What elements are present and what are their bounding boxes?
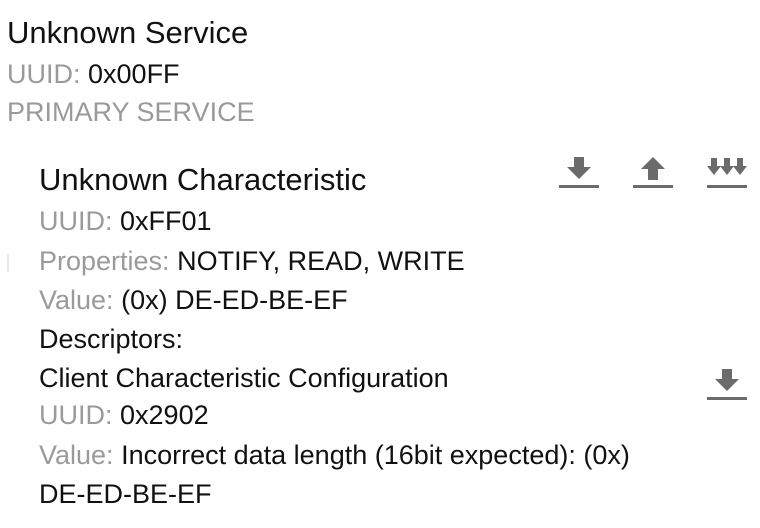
characteristic-properties-value: NOTIFY, READ, WRITE bbox=[177, 246, 465, 276]
descriptor-uuid-value: 0x2902 bbox=[120, 400, 209, 430]
service-uuid-label: UUID: bbox=[7, 59, 81, 89]
service-type: PRIMARY SERVICE bbox=[7, 97, 255, 127]
descriptor-value-line1: Incorrect data length (16bit expected): … bbox=[121, 440, 630, 470]
descriptor-name: Client Characteristic Configuration bbox=[39, 363, 449, 393]
descriptor-value-line2: DE-ED-BE-EF bbox=[39, 479, 212, 509]
descriptor-uuid-label: UUID: bbox=[39, 400, 113, 430]
download-icon bbox=[707, 369, 747, 400]
characteristic-properties-row: Properties: NOTIFY, READ, WRITE bbox=[39, 244, 465, 278]
descriptor-value-label: Value: bbox=[39, 440, 114, 470]
service-title: Unknown Service bbox=[7, 15, 249, 50]
notify-characteristic-button[interactable] bbox=[705, 152, 749, 192]
descriptor-uuid-row: UUID: 0x2902 bbox=[39, 398, 209, 432]
characteristic-uuid-label: UUID: bbox=[39, 206, 113, 236]
characteristic-title: Unknown Characteristic bbox=[39, 162, 367, 197]
characteristic-uuid-value: 0xFF01 bbox=[120, 206, 212, 236]
edge-indicator bbox=[7, 254, 9, 272]
descriptor-value-row: Value: Incorrect data length (16bit expe… bbox=[39, 438, 630, 472]
write-characteristic-button[interactable] bbox=[631, 152, 675, 192]
notify-multi-download-icon bbox=[707, 158, 747, 188]
characteristic-value-row: Value: (0x) DE-ED-BE-EF bbox=[39, 283, 348, 317]
service-uuid-row: UUID: 0x00FF bbox=[7, 57, 180, 91]
characteristic-properties-label: Properties: bbox=[39, 246, 170, 276]
characteristic-value-value: (0x) DE-ED-BE-EF bbox=[121, 285, 348, 315]
characteristic-value-label: Value: bbox=[39, 285, 114, 315]
upload-icon bbox=[633, 157, 673, 188]
service-uuid-value: 0x00FF bbox=[88, 59, 180, 89]
read-descriptor-button[interactable] bbox=[705, 364, 749, 404]
characteristic-uuid-row: UUID: 0xFF01 bbox=[39, 204, 212, 238]
descriptors-heading: Descriptors: bbox=[39, 324, 184, 354]
read-characteristic-button[interactable] bbox=[557, 152, 601, 192]
download-icon bbox=[559, 157, 599, 188]
